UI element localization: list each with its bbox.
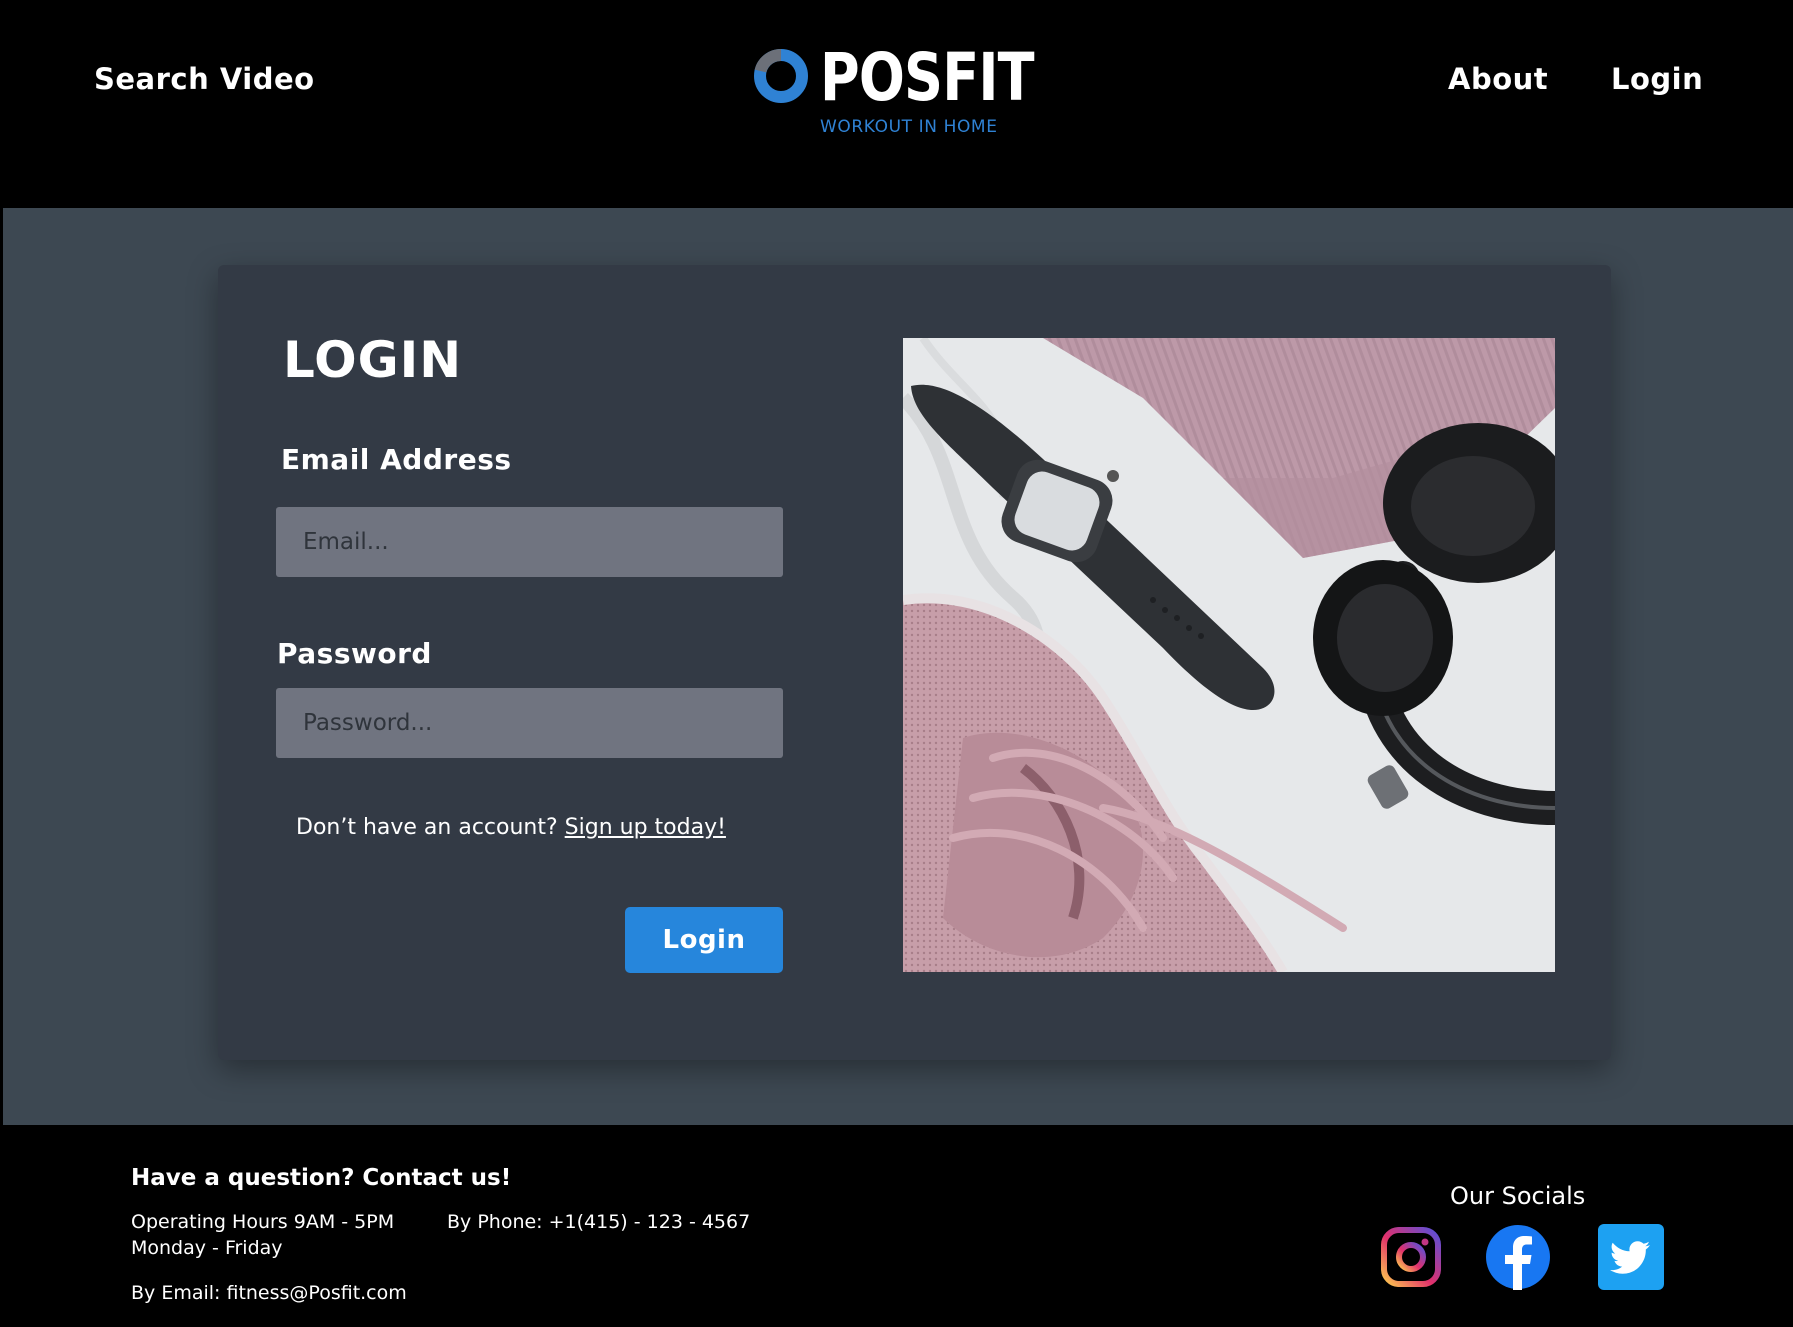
signup-link[interactable]: Sign up today! [565, 815, 726, 840]
twitter-icon[interactable] [1598, 1224, 1664, 1290]
fitness-gear-illustration [903, 338, 1555, 972]
nav-search-video[interactable]: Search Video [94, 62, 315, 96]
email-field[interactable] [276, 507, 783, 577]
nav-about[interactable]: About [1448, 62, 1548, 96]
posfit-logo[interactable]: POSFIT WORKOUT IN HOME [750, 40, 1035, 150]
login-button[interactable]: Login [625, 907, 783, 973]
signup-prompt: Don’t have an account? Sign up today! [296, 815, 726, 840]
main-section: LOGIN Email Address Password Don’t have … [3, 208, 1793, 1125]
email-label: Email Address [281, 443, 512, 476]
password-field[interactable] [276, 688, 783, 758]
contact-title: Have a question? Contact us! [131, 1165, 512, 1191]
contact-email: By Email: fitness@Posfit.com [131, 1282, 407, 1304]
facebook-icon[interactable] [1485, 1224, 1551, 1290]
site-footer: Have a question? Contact us! Operating H… [0, 1125, 1793, 1327]
instagram-icon[interactable] [1378, 1224, 1444, 1290]
logo-tagline: WORKOUT IN HOME [820, 117, 998, 137]
operating-hours: Operating Hours 9AM - 5PM [131, 1211, 395, 1233]
password-label: Password [277, 637, 432, 670]
logo-wordmark: POSFIT [820, 39, 1035, 116]
nav-login[interactable]: Login [1611, 62, 1703, 96]
socials-title: Our Socials [1450, 1182, 1586, 1210]
hero-image [903, 338, 1555, 972]
contact-phone: By Phone: +1(415) - 123 - 4567 [447, 1211, 751, 1233]
logo-ring-icon [754, 48, 808, 103]
signup-prompt-text: Don’t have an account? [296, 815, 558, 840]
page-title: LOGIN [283, 331, 463, 389]
login-card: LOGIN Email Address Password Don’t have … [218, 265, 1611, 1060]
operating-days: Monday - Friday [131, 1237, 283, 1259]
site-header: Search Video POSFIT WORKOUT IN HOME Abou… [0, 0, 1793, 208]
